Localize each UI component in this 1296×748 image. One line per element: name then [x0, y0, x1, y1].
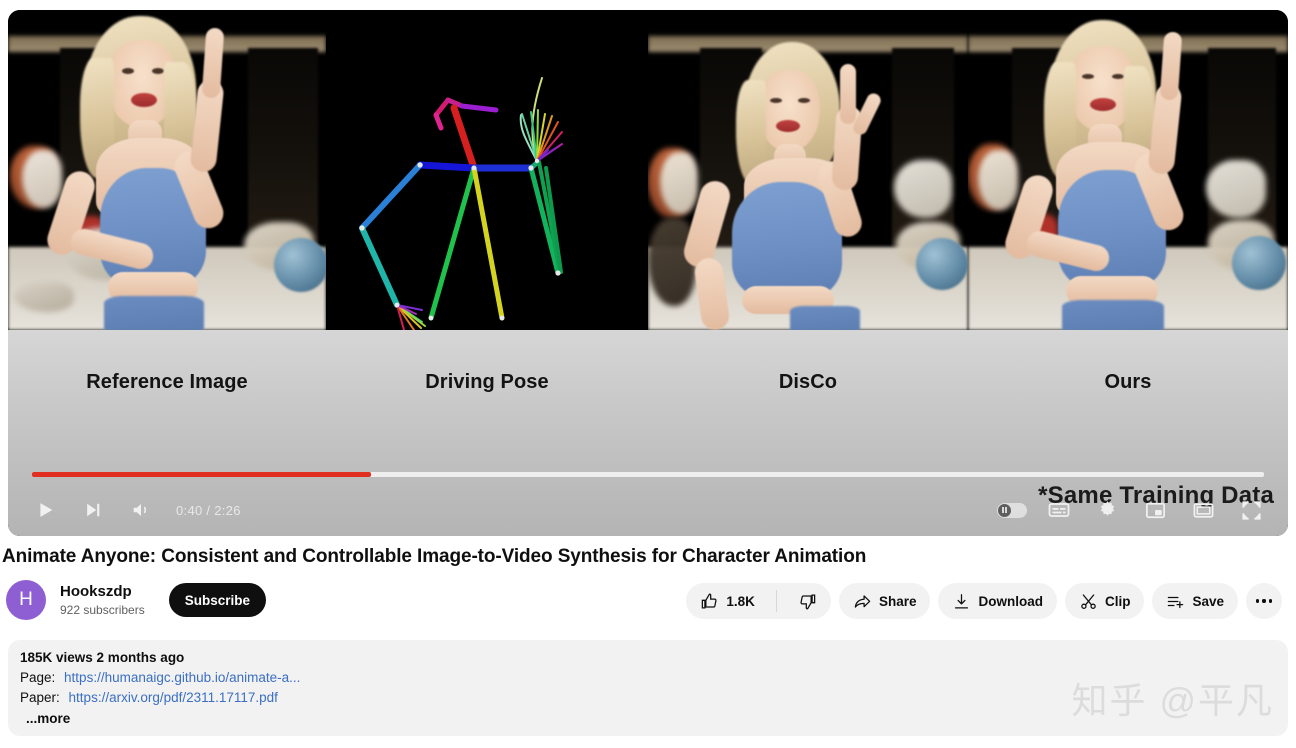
download-button[interactable]: Download [938, 583, 1057, 619]
progress-played [32, 472, 371, 477]
clip-button[interactable]: Clip [1064, 583, 1145, 619]
settings-gear-icon[interactable] [1084, 487, 1130, 533]
dot-icon [1255, 599, 1260, 603]
next-video-button[interactable] [70, 487, 116, 533]
autoplay-pill [997, 502, 1027, 518]
like-button[interactable]: 1.8K [686, 583, 769, 619]
like-count: 1.8K [726, 593, 755, 609]
download-label: Download [978, 593, 1043, 609]
controls-right [990, 487, 1288, 533]
save-to-playlist-icon [1168, 596, 1184, 608]
eye-left [770, 98, 782, 103]
save-label: Save [1192, 593, 1224, 609]
video-frame[interactable] [8, 10, 1288, 330]
dot-icon [1262, 599, 1266, 603]
channel-name[interactable]: Hookszdp [60, 583, 145, 601]
player-controls[interactable]: 0:40 / 2:26 [8, 466, 1288, 536]
blue-leggings [104, 296, 204, 330]
clutter-left2 [22, 150, 62, 208]
exercise-ball [1232, 236, 1286, 290]
clutter-right [1206, 160, 1266, 218]
eye-right [152, 68, 164, 74]
eye-left [1082, 74, 1094, 79]
link-prefix-page: Page: [20, 670, 56, 685]
description-stats: 185K views 2 months ago [20, 650, 185, 665]
panel-label-ours: Ours [1104, 371, 1152, 393]
play-button[interactable] [22, 487, 68, 533]
dot-icon [1268, 599, 1273, 603]
video-player[interactable]: Reference Image Driving Pose DisCo Ours … [8, 10, 1288, 536]
lips [776, 120, 800, 132]
pose-skeleton-svg [326, 10, 648, 330]
video-panel-ours [968, 10, 1288, 330]
save-button[interactable]: Save [1152, 583, 1238, 619]
owner-text: Hookszdp 922 subscribers [60, 583, 145, 617]
eye-right [798, 98, 810, 103]
panel-label-driving-pose: Driving Pose [425, 371, 549, 393]
doorway-right [248, 48, 318, 247]
panel-label-disco: DisCo [778, 371, 838, 393]
video-panel-disco [648, 10, 968, 330]
subscribe-button[interactable]: Subscribe [168, 583, 266, 617]
clip-label: Clip [1104, 593, 1131, 609]
scissors-icon [1081, 593, 1096, 609]
autoplay-toggle[interactable] [990, 487, 1034, 533]
subscriber-count: 922 subscribers [60, 602, 145, 617]
clutter-left2 [978, 150, 1018, 210]
video-panel-reference-image [8, 10, 326, 330]
eye-left [122, 68, 134, 74]
autoplay-knob [998, 503, 1011, 517]
divider [775, 590, 777, 612]
page-title: Animate Anyone: Consistent and Controlla… [2, 546, 867, 567]
zhihu-watermark: 知乎 @平凡 [1071, 680, 1274, 721]
share-button[interactable]: Share [838, 583, 931, 619]
time-display: 0:40 / 2:26 [176, 502, 241, 518]
project-page-link[interactable]: https://humanaigc.github.io/animate-a... [64, 670, 300, 685]
volume-button[interactable] [118, 487, 164, 533]
eye-right [1112, 74, 1124, 79]
blue-leggings [1062, 300, 1164, 330]
channel-owner-row: H Hookszdp 922 subscribers Subscribe [6, 580, 266, 620]
paper-pdf-link[interactable]: https://arxiv.org/pdf/2311.17117.pdf [69, 690, 278, 705]
thumbs-up-icon [702, 593, 717, 608]
controls-row: 0:40 / 2:26 [8, 486, 1288, 534]
clutter-bottom [14, 282, 74, 312]
clutter-right [894, 160, 952, 218]
progress-bar[interactable] [32, 472, 1264, 477]
link-prefix-paper: Paper: [20, 690, 60, 705]
face [758, 70, 820, 152]
dislike-button[interactable] [784, 583, 831, 619]
hand-right-v-sign [840, 64, 856, 124]
like-dislike-group: 1.8K [686, 583, 831, 619]
more-actions-button[interactable] [1246, 583, 1282, 619]
share-arrow-icon [854, 594, 871, 608]
avatar[interactable]: H [6, 580, 46, 620]
download-icon [955, 593, 969, 608]
lips [131, 93, 157, 107]
miniplayer-icon[interactable] [1132, 487, 1178, 533]
clutter-left2 [660, 152, 698, 214]
exercise-ball [916, 238, 968, 290]
share-label: Share [878, 593, 917, 609]
blue-leggings [790, 306, 860, 330]
controls-left: 0:40 / 2:26 [8, 487, 247, 533]
subtitles-icon[interactable] [1036, 487, 1082, 533]
video-actions-row: 1.8K Share Download Clip Save [686, 583, 1282, 619]
lips [1090, 98, 1116, 111]
exercise-ball [274, 238, 326, 292]
fullscreen-icon[interactable] [1228, 487, 1274, 533]
panel-label-reference-image: Reference Image [86, 371, 248, 393]
video-panel-driving-pose [326, 10, 648, 330]
theater-mode-icon[interactable] [1180, 487, 1226, 533]
thumbs-down-icon [800, 594, 816, 609]
